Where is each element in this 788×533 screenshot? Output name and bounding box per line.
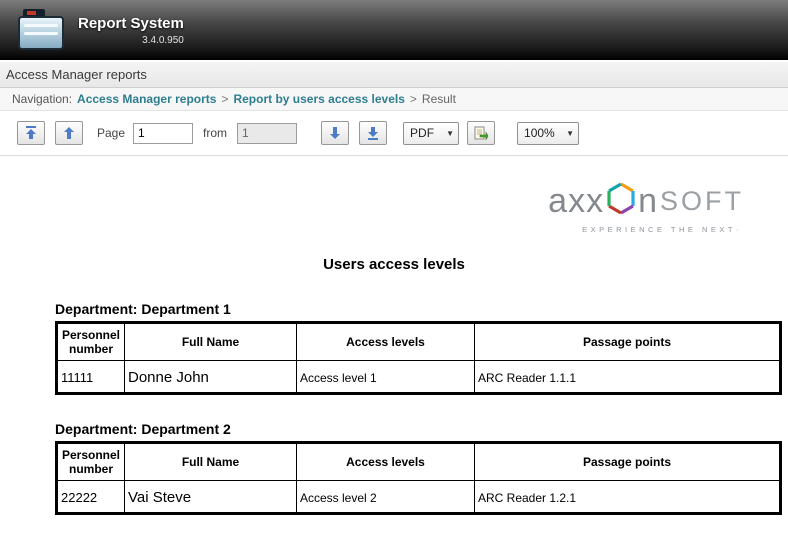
table-row: 22222 Vai Steve Access level 2 ARC Reade… <box>57 481 781 514</box>
page-label: Page <box>97 126 125 140</box>
cell-passage-points: ARC Reader 1.1.1 <box>475 361 781 394</box>
breadcrumb-separator: > <box>221 92 228 106</box>
report-toolbar: Page from PDF ▼ <box>0 111 788 156</box>
cell-personnel-number: 11111 <box>57 361 125 394</box>
table-header-row: Personnel number Full Name Access levels… <box>57 443 781 481</box>
logo-text-n: n <box>638 184 658 218</box>
cell-full-name: Vai Steve <box>125 481 297 514</box>
column-header-full-name: Full Name <box>125 443 297 481</box>
logo-text-axx: axx <box>548 184 604 218</box>
last-page-icon <box>367 126 379 140</box>
column-header-access-levels: Access levels <box>297 443 475 481</box>
total-pages-field <box>237 123 297 144</box>
hexagon-icon <box>606 182 636 220</box>
section-title: Access Manager reports <box>6 67 147 82</box>
app-header: Report System 3.4.0.950 <box>0 0 788 62</box>
next-page-icon <box>329 126 341 140</box>
export-icon <box>473 126 489 141</box>
cell-full-name: Donne John <box>125 361 297 394</box>
logo-tagline: EXPERIENCE THE NEXT· <box>582 225 742 234</box>
department-table-2: Personnel number Full Name Access levels… <box>55 441 782 515</box>
department-section-1: Department: Department 1 Personnel numbe… <box>55 301 779 395</box>
chevron-down-icon: ▼ <box>446 129 454 138</box>
from-label: from <box>203 126 227 140</box>
cell-access-levels: Access level 1 <box>297 361 475 394</box>
cell-passage-points: ARC Reader 1.2.1 <box>475 481 781 514</box>
app-logo-icon <box>18 9 64 51</box>
report-page: axx n SOFT EXPERIENCE THE NEXT· Users ac… <box>0 156 788 515</box>
export-button[interactable] <box>467 121 495 145</box>
first-page-button[interactable] <box>17 121 45 145</box>
chevron-down-icon: ▼ <box>566 129 574 138</box>
breadcrumb: Navigation: Access Manager reports > Rep… <box>0 88 788 111</box>
department-heading: Department: Department 1 <box>55 301 779 317</box>
previous-page-icon <box>63 126 75 140</box>
first-page-icon <box>25 126 37 140</box>
app-version: 3.4.0.950 <box>78 35 184 46</box>
breadcrumb-separator: > <box>410 92 417 106</box>
cell-access-levels: Access level 2 <box>297 481 475 514</box>
last-page-button[interactable] <box>359 121 387 145</box>
next-page-button[interactable] <box>321 121 349 145</box>
breadcrumb-current: Result <box>422 92 456 106</box>
column-header-personnel-number: Personnel number <box>57 323 125 361</box>
axxonsoft-logo: axx n SOFT EXPERIENCE THE NEXT· <box>0 182 744 234</box>
previous-page-button[interactable] <box>55 121 83 145</box>
logo-text-soft: SOFT <box>660 188 744 215</box>
column-header-access-levels: Access levels <box>297 323 475 361</box>
page-number-input[interactable] <box>133 123 193 144</box>
export-format-value: PDF <box>410 126 434 140</box>
report-title: Users access levels <box>0 256 788 273</box>
section-bar: Access Manager reports <box>0 62 788 88</box>
breadcrumb-link-access-manager-reports[interactable]: Access Manager reports <box>77 92 216 106</box>
department-table-1: Personnel number Full Name Access levels… <box>55 321 782 395</box>
column-header-passage-points: Passage points <box>475 443 781 481</box>
breadcrumb-label: Navigation: <box>12 92 72 106</box>
table-row: 11111 Donne John Access level 1 ARC Read… <box>57 361 781 394</box>
zoom-select[interactable]: 100% ▼ <box>517 122 579 145</box>
cell-personnel-number: 22222 <box>57 481 125 514</box>
column-header-full-name: Full Name <box>125 323 297 361</box>
table-header-row: Personnel number Full Name Access levels… <box>57 323 781 361</box>
zoom-value: 100% <box>524 126 555 140</box>
breadcrumb-link-report-by-users-access-levels[interactable]: Report by users access levels <box>233 92 404 106</box>
column-header-personnel-number: Personnel number <box>57 443 125 481</box>
export-format-select[interactable]: PDF ▼ <box>403 122 459 145</box>
department-heading: Department: Department 2 <box>55 421 779 437</box>
department-section-2: Department: Department 2 Personnel numbe… <box>55 421 779 515</box>
app-title: Report System <box>78 15 184 32</box>
column-header-passage-points: Passage points <box>475 323 781 361</box>
